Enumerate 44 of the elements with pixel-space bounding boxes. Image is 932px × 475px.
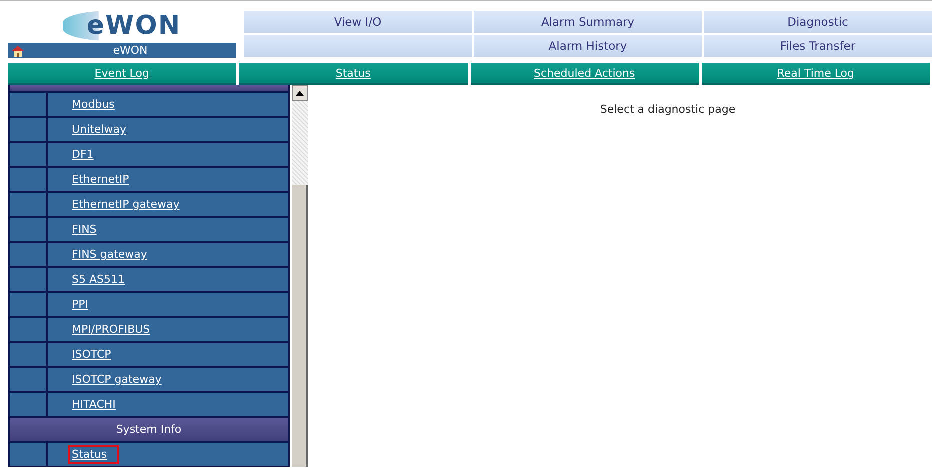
sidebar-gutter-cell: [10, 93, 46, 116]
sidebar-gutter-cell: [10, 118, 46, 141]
scrollbar[interactable]: [292, 85, 308, 467]
sidebar-gutter-cell: [10, 143, 46, 166]
sidebar-gutter-cell: [10, 443, 46, 466]
sidebar-gutter-cell: [10, 168, 46, 191]
scroll-up-button[interactable]: [292, 85, 308, 101]
sidebar-item[interactable]: FINS: [48, 218, 288, 241]
sidebar-item[interactable]: EthernetIP: [48, 168, 288, 191]
sidebar-gutter-cell: [10, 343, 46, 366]
tab[interactable]: Scheduled Actions: [470, 63, 699, 85]
sidebar-gutter-cell: [10, 193, 46, 216]
device-name: eWON: [112, 44, 149, 57]
nav-menu-item[interactable]: Diagnostic: [704, 11, 932, 33]
sidebar-gutter-cell: [10, 293, 46, 316]
sidebar-gutter-cell: [10, 218, 46, 241]
diagnostic-message: Select a diagnostic page: [600, 103, 736, 117]
sidebar-item[interactable]: ISOTCP: [48, 343, 288, 366]
sidebar-gutter-cell: [10, 368, 46, 391]
tab[interactable]: Status: [239, 63, 468, 85]
nav-menu-item[interactable]: View I/O: [244, 11, 472, 33]
sidebar-item[interactable]: Status: [48, 443, 288, 466]
sidebar-item[interactable]: FINS gateway: [48, 243, 288, 266]
sidebar-item[interactable]: HITACHI: [48, 393, 288, 416]
section-header: System Info: [10, 418, 288, 441]
sidebar-gutter-cell: [10, 243, 46, 266]
sidebar-item[interactable]: MPI/PROFIBUS: [48, 318, 288, 341]
nav-menu-item[interactable]: Alarm Summary: [474, 11, 702, 33]
up-arrow-icon: [296, 90, 304, 96]
nav-menu-item[interactable]: Alarm History: [474, 35, 702, 57]
tab[interactable]: Event Log: [8, 63, 236, 85]
sidebar-item[interactable]: Unitelway: [48, 118, 288, 141]
sidebar-item[interactable]: DF1: [48, 143, 288, 166]
sidebar-item[interactable]: ISOTCP gateway: [48, 368, 288, 391]
sidebar-gutter-cell: [10, 318, 46, 341]
sidebar-item[interactable]: Modbus: [48, 93, 288, 116]
sidebar-item[interactable]: PPI: [48, 293, 288, 316]
tab[interactable]: Real Time Log: [702, 63, 930, 85]
sidebar-gutter-cell: [10, 268, 46, 291]
sidebar-item[interactable]: S5 AS511: [48, 268, 288, 291]
house-icon[interactable]: [11, 44, 25, 56]
sidebar-gutter-cell: [10, 393, 46, 416]
nav-menu-item[interactable]: Files Transfer: [704, 35, 932, 57]
sidebar-item[interactable]: EthernetIP gateway: [48, 193, 288, 216]
